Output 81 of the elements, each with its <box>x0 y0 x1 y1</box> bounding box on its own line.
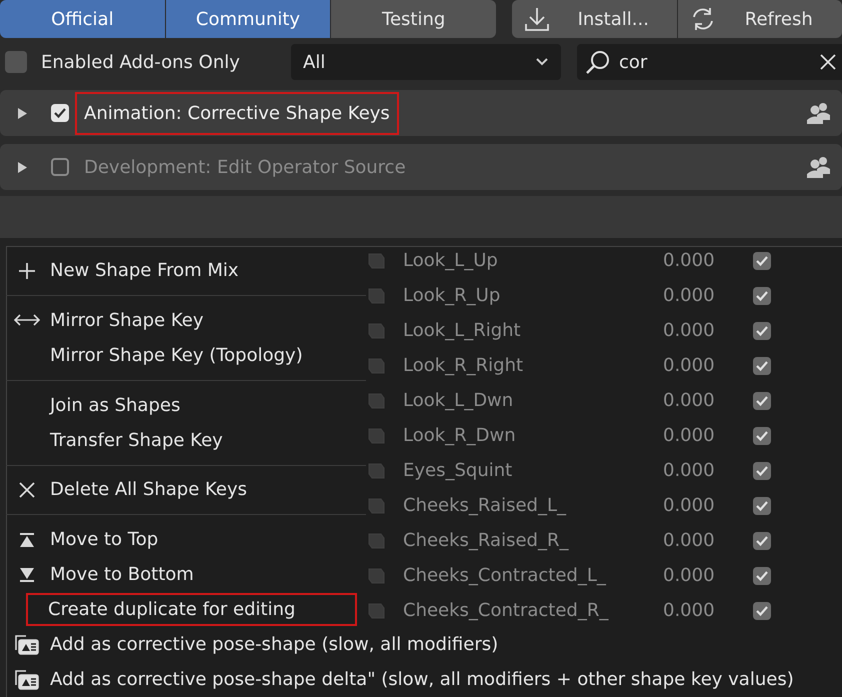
shape-key-name: Cheeks_Contracted_L_ <box>403 564 607 588</box>
menu-item-label: Join as Shapes <box>48 394 182 418</box>
menu-item-label: Move to Top <box>49 528 160 552</box>
install-button[interactable]: Install... <box>512 0 676 38</box>
menu-item-label: Delete All Shape Keys <box>49 478 248 502</box>
category-dropdown[interactable]: All <box>291 44 561 80</box>
shape-key-name: Look_R_Right <box>403 354 524 378</box>
menu-item[interactable]: Move to Top <box>6 522 160 557</box>
tab[interactable]: Community <box>166 0 330 38</box>
checkbox[interactable] <box>753 322 771 340</box>
shape-key-value: 0.000 <box>663 564 716 588</box>
menu-item-label: Mirror Shape Key <box>49 308 204 333</box>
arrow-down-bar-icon <box>19 566 35 582</box>
checkbox[interactable] <box>753 392 771 410</box>
shape-key-name: Eyes_Squint <box>403 459 514 483</box>
checkbox[interactable] <box>5 51 27 73</box>
menu-item-label: New Shape From Mix <box>49 259 240 283</box>
shape-key-value: 0.000 <box>663 494 716 518</box>
menu-item[interactable]: Mirror Shape Key <box>6 302 206 338</box>
download-icon <box>524 6 550 32</box>
addon-title: Animation: Corrective Shape Keys <box>75 92 399 134</box>
plus-icon <box>18 262 36 280</box>
shape-key-name: Look_L_Dwn <box>403 389 514 413</box>
chevron-down-icon <box>535 57 549 67</box>
tab[interactable]: Testing <box>331 0 496 38</box>
arrow-up-bar-icon <box>19 532 35 548</box>
menu-item-label: Add as corrective pose-shape (slow, all modifiers) <box>49 633 500 657</box>
checkbox[interactable] <box>753 286 771 304</box>
shape-key-value: 0.000 <box>663 599 716 623</box>
shape-key-value: 0.000 <box>663 354 716 378</box>
checkbox-label: Enabled Add-ons Only <box>41 50 240 74</box>
menu-item-label: Add as corrective pose-shape delta" (slow, all modifiers + other shape key values) <box>49 668 795 692</box>
checkbox[interactable] <box>753 252 771 270</box>
checkbox[interactable] <box>753 496 771 514</box>
users-icon <box>806 102 832 124</box>
checkbox[interactable] <box>753 426 771 444</box>
id-card-icon <box>14 668 40 690</box>
checkbox[interactable] <box>753 602 771 620</box>
menu-item-label: Move to Bottom <box>49 563 195 587</box>
triangle-right-icon[interactable] <box>17 162 28 172</box>
triangle-right-icon[interactable] <box>17 108 28 118</box>
tab[interactable]: Official <box>0 0 165 38</box>
addon-title: Development: Edit Operator Source <box>83 156 407 180</box>
checkbox[interactable] <box>51 104 69 122</box>
refresh-button[interactable]: Refresh <box>678 0 842 38</box>
clear-icon[interactable] <box>820 54 836 70</box>
menu-item[interactable]: Mirror Shape Key (Topology) <box>6 338 305 373</box>
shape-key-name: Look_R_Dwn <box>403 424 517 448</box>
shape-key-value: 0.000 <box>663 284 716 308</box>
shape-key-value: 0.000 <box>663 424 716 448</box>
close-icon <box>19 482 35 498</box>
shape-key-name: Look_R_Up <box>403 284 502 308</box>
shape-key-value: 0.000 <box>663 389 716 413</box>
id-card-icon <box>14 634 40 656</box>
menu-item[interactable]: Delete All Shape Keys <box>6 472 249 508</box>
menu-item-label: Mirror Shape Key (Topology) <box>49 344 304 368</box>
shape-key-value: 0.000 <box>663 529 716 553</box>
shape-key-name: Look_L_Up <box>403 249 499 273</box>
checkbox[interactable] <box>51 158 69 176</box>
menu-item[interactable]: Move to Bottom <box>6 557 196 592</box>
shape-key-name: Cheeks_Raised_L_ <box>403 494 568 518</box>
shape-key-value: 0.000 <box>663 459 716 483</box>
checkbox[interactable] <box>753 462 771 480</box>
menu-item[interactable]: Join as Shapes <box>6 388 182 422</box>
search-icon <box>585 49 611 75</box>
menu-item[interactable]: Add as corrective pose-shape (slow, all modifiers) <box>6 627 500 662</box>
shape-key-name: Cheeks_Contracted_R_ <box>403 599 610 623</box>
shape-key-name: Look_L_Right <box>403 319 522 343</box>
menu-item[interactable]: New Shape From Mix <box>6 253 241 288</box>
menu-item-label: Transfer Shape Key <box>49 428 224 452</box>
shape-key-value: 0.000 <box>663 319 716 343</box>
checkbox[interactable] <box>753 566 771 584</box>
checkbox[interactable] <box>753 356 771 374</box>
shape-key-value: 0.000 <box>663 249 716 273</box>
users-icon <box>806 156 832 178</box>
menu-item[interactable]: Add as corrective pose-shape delta" (slow, all modifiers + other shape key values) <box>6 662 796 697</box>
double-arrow-icon <box>13 313 41 328</box>
search-field[interactable]: cor <box>577 44 842 80</box>
shape-key-name: Cheeks_Raised_R_ <box>403 529 570 553</box>
checkbox[interactable] <box>753 532 771 550</box>
menu-item[interactable]: Transfer Shape Key <box>6 422 225 458</box>
